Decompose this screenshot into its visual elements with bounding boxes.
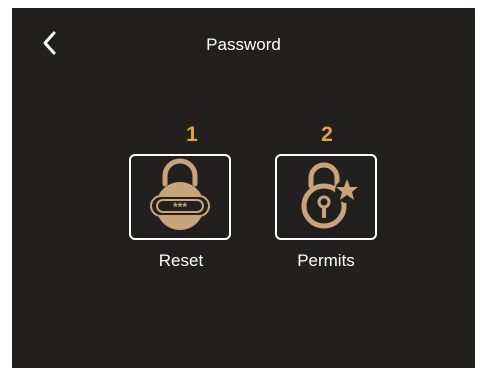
svg-text:***: *** <box>173 200 187 214</box>
padlock-star-icon <box>301 162 359 229</box>
reset-label: Reset <box>158 251 204 270</box>
reset-button[interactable]: *** <box>129 154 231 240</box>
padlock-password-icon: *** <box>150 158 210 230</box>
permits-label: Permits <box>297 251 355 270</box>
option-number-2: 2 <box>321 123 333 146</box>
option-number-1: 1 <box>186 123 198 146</box>
permits-button[interactable] <box>275 154 377 240</box>
password-screen: Password 1 *** Reset 2 Permits <box>12 8 475 368</box>
page-title: Password <box>206 35 281 54</box>
